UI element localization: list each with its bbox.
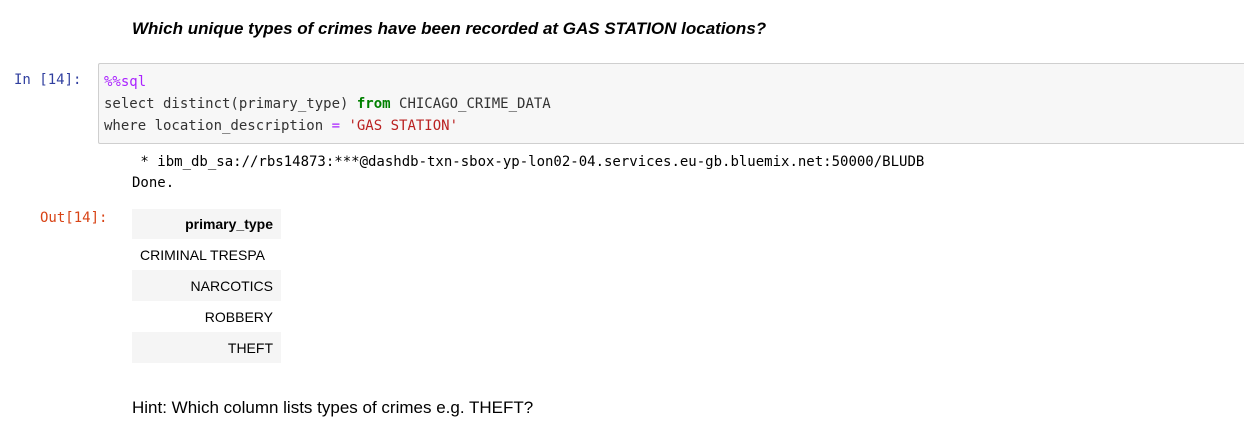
table-cell: ROBBERY bbox=[132, 301, 281, 332]
from-keyword: from bbox=[356, 96, 391, 112]
done-message: Done. bbox=[132, 175, 175, 191]
code-line-magic: %%sql bbox=[104, 71, 551, 93]
table-name: CHICAGO_CRIME_DATA bbox=[390, 96, 551, 112]
output-prompt: Out[14]: bbox=[40, 210, 108, 226]
string-literal: 'GAS STATION' bbox=[348, 118, 459, 134]
table-row: ROBBERY bbox=[132, 301, 281, 332]
stdout-output: * ibm_db_sa://rbs14873:***@dashdb-txn-sb… bbox=[132, 152, 924, 194]
sql-magic: %%sql bbox=[104, 74, 147, 90]
markdown-question: Which unique types of crimes have been r… bbox=[132, 19, 767, 38]
code-line-select: select distinct(primary_type) from CHICA… bbox=[104, 93, 551, 115]
table-row: CRIMINAL TRESPA bbox=[132, 239, 281, 270]
equals-operator: = bbox=[331, 118, 341, 134]
table-cell: NARCOTICS bbox=[132, 270, 281, 301]
table-header-row: primary_type bbox=[132, 209, 281, 239]
markdown-hint: Hint: Which column lists types of crimes… bbox=[132, 398, 534, 417]
code-cell-editor[interactable]: %%sql select distinct(primary_type) from … bbox=[98, 63, 1244, 144]
where-clause: where location_description bbox=[104, 118, 332, 134]
table-cell: THEFT bbox=[132, 332, 281, 363]
table-row: NARCOTICS bbox=[132, 270, 281, 301]
input-prompt: In [14]: bbox=[14, 72, 82, 88]
result-table: primary_type CRIMINAL TRESPA NARCOTICS R… bbox=[132, 209, 281, 363]
table-cell: CRIMINAL TRESPA bbox=[132, 239, 281, 270]
connection-string: * ibm_db_sa://rbs14873:***@dashdb-txn-sb… bbox=[132, 154, 925, 170]
select-clause: select distinct(primary_type) bbox=[104, 96, 357, 112]
table-row: THEFT bbox=[132, 332, 281, 363]
column-header-primary-type: primary_type bbox=[132, 209, 281, 239]
code-line-where: where location_description = 'GAS STATIO… bbox=[104, 115, 551, 137]
code-text[interactable]: %%sql select distinct(primary_type) from … bbox=[104, 71, 551, 137]
